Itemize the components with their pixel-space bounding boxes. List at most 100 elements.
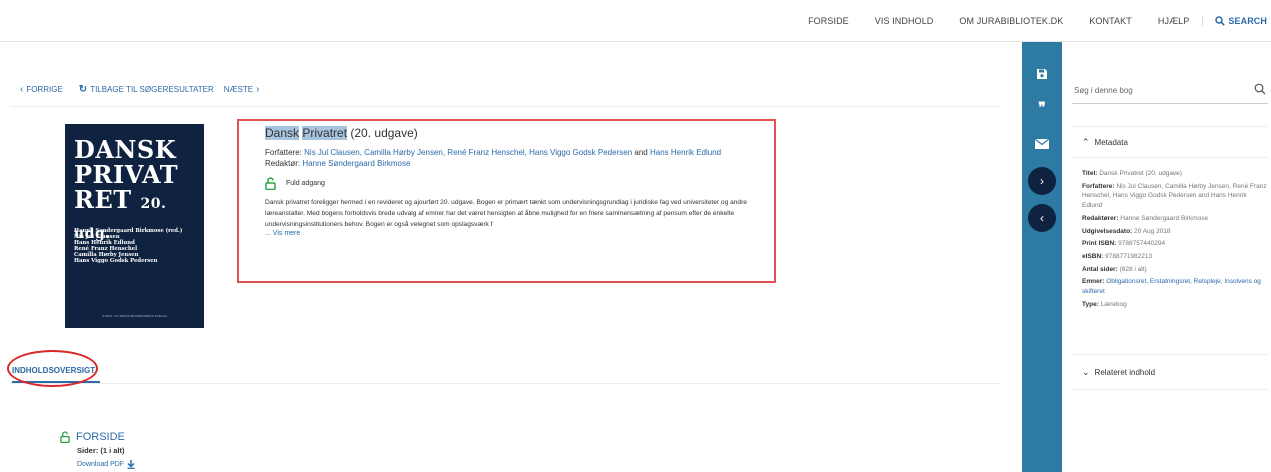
meta-value: 20 Aug 2018 [1134,227,1171,235]
related-label: Relateret indhold [1094,367,1156,377]
toc-item-title[interactable]: FORSIDE [60,431,135,443]
nav-search-button[interactable]: SEARCH [1202,16,1271,26]
back-label: TILBAGE TIL SØGERESULTATER [90,85,214,94]
tab-divider [10,383,1000,384]
nav-vis-indhold[interactable]: VIS INDHOLD [862,16,947,26]
side-toolbar: ❞ › ‹ [1022,42,1062,472]
book-search-input[interactable] [1074,86,1244,95]
prev-page-button[interactable]: ‹ [1028,204,1056,232]
search-label: SEARCH [1228,16,1267,26]
download-icon [127,460,135,469]
envelope-icon [1035,139,1049,149]
access-status: Fuld adgang [265,177,747,190]
cover-publisher: JURIST- OG ØKONOMFORBUNDETS FORLAG [101,314,168,318]
meta-row: Forfattere: Nis Jul Clausen, Camilla Hør… [1082,182,1268,211]
editor-line: Redaktør: Hanne Søndergaard Birkmose [265,159,747,168]
meta-label: Udgivelsesdato: [1082,227,1133,235]
book-title: Dansk Privatret (20. udgave) [265,126,747,140]
save-button[interactable] [1022,68,1062,80]
metadata-list: Titel: Dansk Privatret (20. udgave) Forf… [1082,169,1268,312]
cover-authors: Hanne Søndergaard Birkmose (red.) Nis Ju… [74,228,182,265]
book-info-box: Dansk Privatret (20. udgave) Forfattere:… [237,119,776,283]
title-rest: (20. udgave) [347,126,418,140]
book-cover: DANSK PRIVAT RET 20. udg. Hanne Sønderga… [65,124,204,328]
meta-label: Emner: [1082,278,1105,286]
meta-row: Emner: Obligationsret, Erstatningsret, R… [1082,277,1268,296]
metadata-toggle[interactable]: ⌃ Metadata [1072,126,1268,158]
cover-title-line3: RET [74,185,132,214]
toc-title-label: FORSIDE [76,431,125,443]
meta-label: Print ISBN: [1082,240,1117,248]
book-description: Dansk privatret foreligger hermed i en r… [265,199,747,228]
meta-label: Antal sider: [1082,265,1118,273]
nav-om-jurabibliotek[interactable]: OM JURABIBLIOTEK.DK [946,16,1076,26]
book-search [1072,78,1268,104]
right-panel: ⌃ Metadata Titel: Dansk Privatret (20. u… [1062,42,1271,472]
editor-link[interactable]: Hanne Søndergaard Birkmose [302,159,410,168]
meta-label: eISBN: [1082,252,1104,260]
meta-row: Udgivelsesdato: 20 Aug 2018 [1082,227,1268,237]
related-content-toggle[interactable]: ⌄ Relateret indhold [1072,354,1268,390]
prev-link[interactable]: ‹ FORRIGE [20,84,63,95]
authors-line: Forfattere: Nis Jul Clausen, Camilla Hør… [265,148,747,157]
metadata-label: Metadata [1094,137,1128,147]
meta-value: 9788757440294 [1118,240,1166,248]
chevron-down-icon: ⌄ [1082,366,1090,377]
toc-item: FORSIDE Sider: (1 i alt) Download PDF [60,431,135,469]
meta-row: Type: Lærebog [1082,300,1268,310]
save-icon [1037,69,1047,79]
prev-label: FORRIGE [26,85,63,94]
meta-value: Hanne Søndergaard Birkmose [1120,214,1209,222]
chevron-right-icon: › [256,84,260,95]
quote-icon: ❞ [1038,100,1046,116]
meta-label: Type: [1082,300,1099,308]
chevron-left-icon: ‹ [20,84,24,95]
authors-label: Forfattere: [265,148,302,157]
author-link[interactable]: Hans Henrik Edlund [650,148,721,157]
meta-label: Titel: [1082,170,1098,177]
title-highlight-word: Dansk [265,126,300,140]
breadcrumb: ‹ FORRIGE ↻ TILBAGE TIL SØGERESULTATER NÆS… [20,84,259,95]
email-button[interactable] [1022,139,1062,149]
unlock-icon [60,431,70,443]
nav-kontakt[interactable]: KONTAKT [1076,16,1145,26]
back-to-results-link[interactable]: ↻ TILBAGE TIL SØGERESULTATER [79,84,214,95]
title-highlight-word: Privatret [302,126,348,140]
next-link[interactable]: NÆSTE › [224,84,260,95]
meta-value: Dansk Privatret (20. udgave) [1099,170,1182,177]
divider [10,106,1000,107]
unlock-icon [265,177,276,190]
search-icon[interactable] [1254,83,1266,95]
highlight-circle [7,350,98,387]
chevron-up-icon: ⌃ [1082,136,1090,147]
top-navigation: FORSIDE VIS INDHOLD OM JURABIBLIOTEK.DK … [0,0,1271,42]
chevron-right-icon: › [1040,174,1044,188]
next-page-button[interactable]: › [1028,167,1056,195]
nav-forside[interactable]: FORSIDE [795,16,862,26]
toc-pages: Sider: (1 i alt) [77,446,125,455]
meta-value: Lærebog [1100,300,1127,308]
download-label: Download PDF [77,461,125,468]
meta-row: Redaktører: Hanne Søndergaard Birkmose [1082,214,1268,224]
next-label: NÆSTE [223,85,254,94]
subject-links[interactable]: Obligationsret, Erstatningsret, Retsplej… [1082,278,1261,295]
chevron-left-icon: ‹ [1040,211,1044,225]
meta-label: Forfattere: [1082,182,1115,190]
refresh-icon: ↻ [78,84,88,95]
editor-label: Redaktør: [265,159,301,168]
meta-row: eISBN: 9788771982213 [1082,252,1268,262]
meta-value: (828 i alt) [1119,265,1147,273]
download-pdf-link[interactable]: Download PDF [77,460,135,469]
meta-value: 9788771982213 [1105,252,1153,260]
access-label: Fuld adgang [286,180,325,187]
meta-row: Antal sider: (828 i alt) [1082,265,1268,275]
cover-title-line2: PRIVAT [74,160,179,189]
meta-row: Titel: Dansk Privatret (20. udgave) [1082,169,1268,179]
cite-button[interactable]: ❞ [1022,100,1062,116]
cover-author: Hans Viggo Godsk Pedersen [74,258,158,265]
author-links[interactable]: Nis Jul Clausen, Camilla Hørby Jensen, R… [304,148,632,157]
show-more-link[interactable]: ... Vis mere [265,230,747,237]
nav-hjaelp[interactable]: HJÆLP [1145,16,1203,26]
search-icon [1215,16,1226,26]
cover-title-line1: DANSK [74,135,177,164]
